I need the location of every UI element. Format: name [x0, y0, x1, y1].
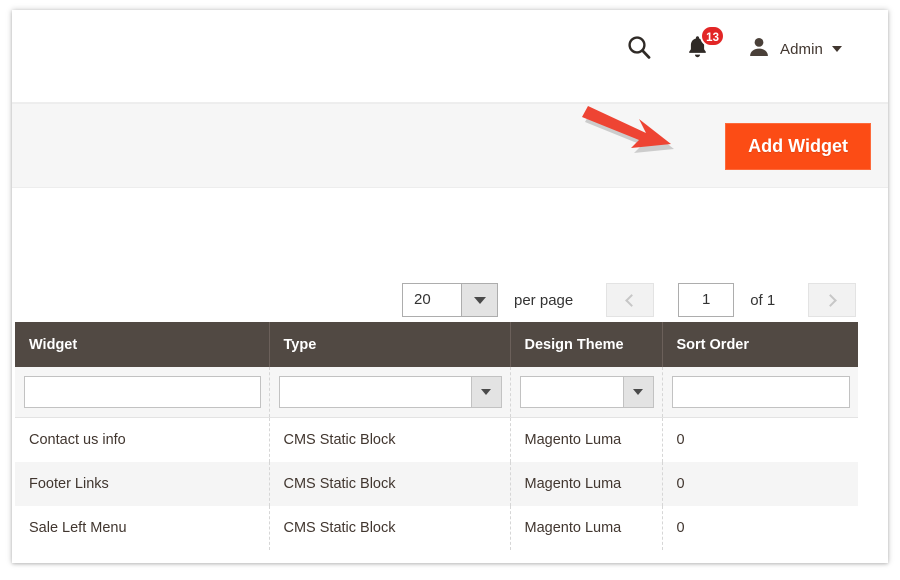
per-page-dropdown-arrow[interactable] [461, 284, 497, 316]
admin-top-bar: 13 Admin [12, 10, 888, 103]
chevron-down-icon [622, 377, 653, 407]
chevron-down-icon [470, 377, 501, 407]
table-row[interactable]: Sale Left Menu CMS Static Block Magento … [15, 506, 858, 550]
filter-cell-widget [15, 367, 270, 418]
cell-sort-order: 0 [662, 506, 858, 550]
notification-count-badge: 13 [700, 25, 725, 47]
column-header-type[interactable]: Type [269, 322, 511, 367]
current-page-input[interactable]: 1 [678, 283, 735, 317]
filter-select-type[interactable] [278, 376, 502, 408]
chevron-down-icon [473, 296, 486, 304]
notifications-button[interactable]: 13 [672, 25, 733, 67]
per-page-label: per page [514, 291, 574, 309]
chevron-down-icon [832, 46, 842, 52]
cell-type: CMS Static Block [269, 506, 511, 550]
add-widget-button[interactable]: Add Widget [725, 123, 871, 170]
search-button[interactable] [612, 31, 672, 67]
admin-user-menu[interactable]: Admin [733, 31, 856, 67]
filter-select-design-theme[interactable] [519, 376, 654, 408]
admin-user-label: Admin [779, 40, 823, 58]
table-row[interactable]: Contact us info CMS Static Block Magento… [15, 417, 858, 462]
table-row[interactable]: Footer Links CMS Static Block Magento Lu… [15, 462, 858, 506]
admin-page-card: 13 Admin Add Widget 20 per page 1 of 1 W… [12, 10, 888, 563]
chevron-right-icon [824, 293, 838, 307]
admin-bar-actions: 13 Admin [612, 25, 856, 67]
cell-design-theme: Magento Luma [510, 417, 663, 462]
screenshot-root: 13 Admin Add Widget 20 per page 1 of 1 W… [0, 0, 900, 580]
cell-widget: Sale Left Menu [15, 506, 270, 550]
user-avatar-icon [747, 35, 771, 64]
search-icon [626, 34, 652, 65]
cell-widget: Contact us info [15, 417, 270, 462]
column-header-design-theme[interactable]: Design Theme [510, 322, 663, 367]
filter-cell-design-theme [510, 367, 663, 418]
filter-cell-sort-order [662, 367, 858, 418]
per-page-select[interactable]: 20 [402, 283, 498, 317]
page-actions-toolbar: Add Widget [12, 103, 888, 188]
column-header-sort-order[interactable]: Sort Order [662, 322, 858, 367]
cell-design-theme: Magento Luma [510, 506, 663, 550]
cell-type: CMS Static Block [269, 462, 511, 506]
widgets-grid: Widget Type Design Theme Sort Order Cont… [15, 322, 858, 550]
pagination-controls: 20 per page 1 of 1 [402, 283, 857, 317]
next-page-button[interactable] [808, 283, 857, 317]
filter-input-widget[interactable] [24, 376, 261, 408]
column-header-widget[interactable]: Widget [15, 322, 270, 367]
grid-header-row: Widget Type Design Theme Sort Order [15, 322, 858, 367]
chevron-left-icon [625, 293, 639, 307]
total-pages-label: of 1 [750, 291, 776, 309]
cell-sort-order: 0 [662, 462, 858, 506]
cell-sort-order: 0 [662, 417, 858, 462]
cell-widget: Footer Links [15, 462, 270, 506]
grid-pagination-area: 20 per page 1 of 1 [12, 188, 888, 322]
per-page-value: 20 [414, 291, 431, 308]
previous-page-button[interactable] [606, 283, 655, 317]
cell-design-theme: Magento Luma [510, 462, 663, 506]
filter-cell-type [269, 367, 511, 418]
cell-type: CMS Static Block [269, 417, 511, 462]
filter-input-sort-order[interactable] [671, 376, 850, 408]
grid-filter-row [15, 367, 858, 418]
